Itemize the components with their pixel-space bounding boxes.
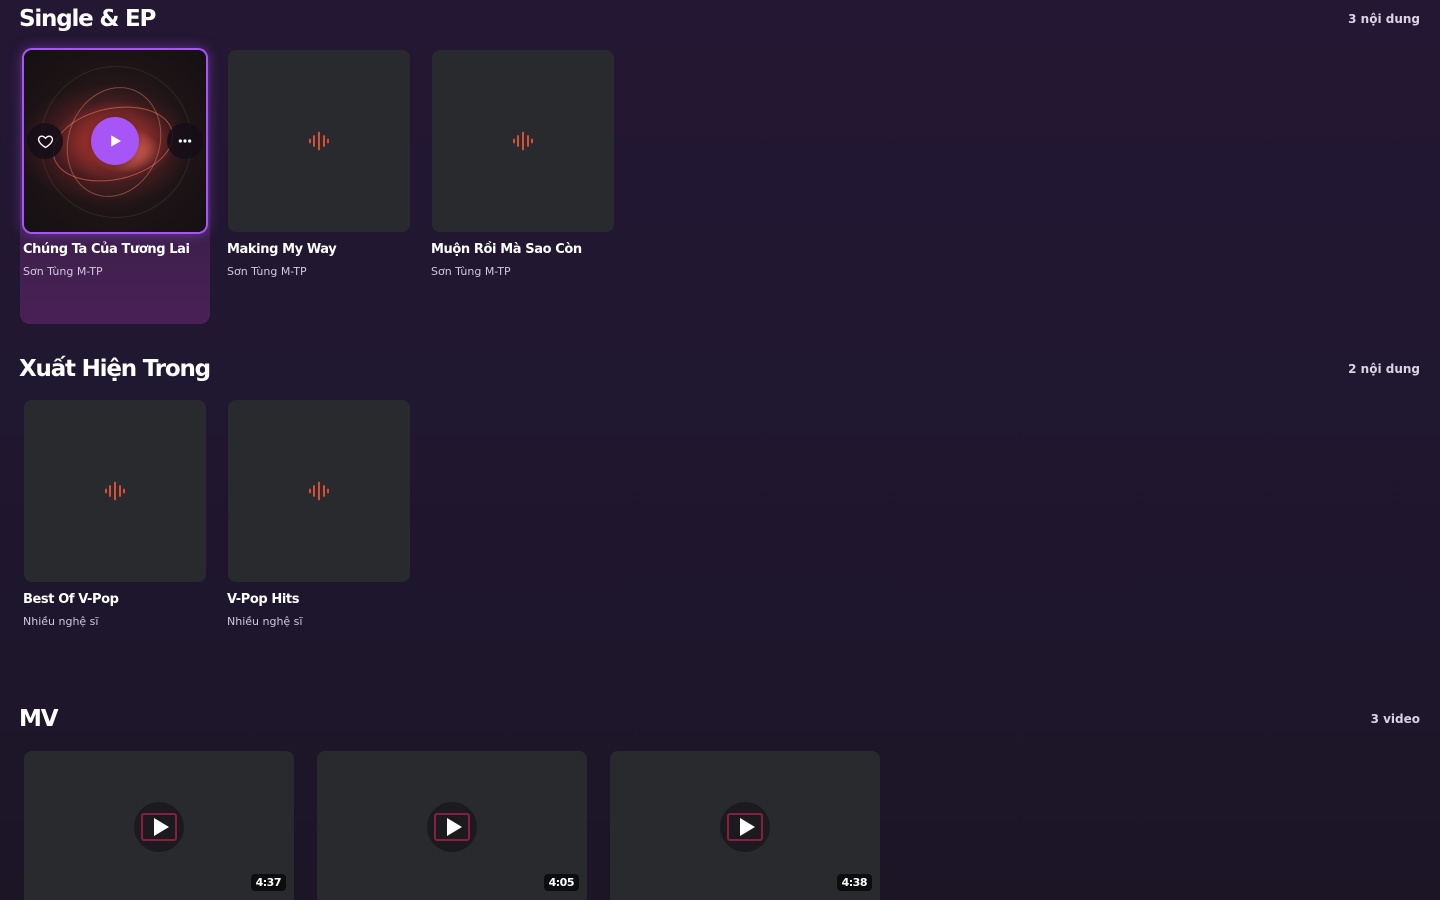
mv-card[interactable]: 4:37: [24, 751, 294, 900]
album-card[interactable]: Muộn Rồi Mà Sao Còn Sơn Tùng M-TP: [428, 50, 618, 324]
mv-duration: 4:37: [250, 874, 286, 891]
section-count: 3 video: [1370, 712, 1420, 726]
section-header-appears-in: Xuất Hiện Trong 2 nội dung: [19, 353, 1420, 385]
album-title[interactable]: Muộn Rồi Mà Sao Còn: [431, 242, 582, 257]
section-title: MV: [19, 706, 59, 732]
playlist-title[interactable]: Best Of V-Pop: [23, 592, 119, 607]
play-button[interactable]: [91, 117, 139, 165]
more-options-button[interactable]: [167, 123, 203, 159]
section-title: Xuất Hiện Trong: [19, 356, 211, 382]
album-cover[interactable]: [228, 50, 410, 232]
video-play-icon: [727, 813, 763, 841]
audio-wave-icon: [513, 131, 533, 151]
album-artist[interactable]: Sơn Tùng M-TP: [23, 265, 103, 278]
mv-duration: 4:38: [836, 874, 872, 891]
audio-wave-icon: [309, 131, 329, 151]
mv-play-button[interactable]: [134, 802, 184, 852]
appears-in-row: Best Of V-Pop Nhiều nghệ sĩ V-Pop Hits N…: [20, 400, 414, 674]
section-header-mv: MV 3 video: [19, 703, 1420, 735]
album-cover[interactable]: [432, 50, 614, 232]
audio-wave-icon: [309, 481, 329, 501]
mv-duration: 4:05: [543, 874, 579, 891]
singles-row: Chúng Ta Của Tương Lai Sơn Tùng M-TP Mak…: [20, 50, 618, 324]
album-card[interactable]: Chúng Ta Của Tương Lai Sơn Tùng M-TP: [20, 50, 210, 324]
album-card[interactable]: Making My Way Sơn Tùng M-TP: [224, 50, 414, 324]
mv-row: 4:37 4:05 4:38: [24, 751, 880, 900]
more-horizontal-icon: [178, 139, 192, 143]
album-artist[interactable]: Sơn Tùng M-TP: [431, 265, 511, 278]
heart-outline-icon: [37, 134, 53, 148]
playlist-card[interactable]: Best Of V-Pop Nhiều nghệ sĩ: [20, 400, 210, 674]
artist-page: Single & EP 3 nội dung Chúng Ta Của Tươn…: [0, 0, 1440, 900]
playlist-artists: Nhiều nghệ sĩ: [23, 615, 99, 628]
playlist-title[interactable]: V-Pop Hits: [227, 592, 299, 607]
video-play-icon: [141, 813, 177, 841]
playlist-card[interactable]: V-Pop Hits Nhiều nghệ sĩ: [224, 400, 414, 674]
playlist-artists: Nhiều nghệ sĩ: [227, 615, 303, 628]
mv-play-button[interactable]: [720, 802, 770, 852]
section-count: 3 nội dung: [1348, 12, 1420, 26]
mv-card[interactable]: 4:38: [610, 751, 880, 900]
audio-wave-icon: [105, 481, 125, 501]
favorite-button[interactable]: [27, 123, 63, 159]
section-count: 2 nội dung: [1348, 362, 1420, 376]
album-artist[interactable]: Sơn Tùng M-TP: [227, 265, 307, 278]
video-play-icon: [434, 813, 470, 841]
play-icon: [111, 135, 121, 147]
mv-card[interactable]: 4:05: [317, 751, 587, 900]
album-title[interactable]: Chúng Ta Của Tương Lai: [23, 242, 190, 257]
section-title: Single & EP: [19, 6, 156, 32]
album-title[interactable]: Making My Way: [227, 242, 337, 257]
mv-play-button[interactable]: [427, 802, 477, 852]
section-header-singles: Single & EP 3 nội dung: [19, 3, 1420, 35]
album-cover[interactable]: [24, 50, 206, 232]
playlist-cover[interactable]: [24, 400, 206, 582]
playlist-cover[interactable]: [228, 400, 410, 582]
